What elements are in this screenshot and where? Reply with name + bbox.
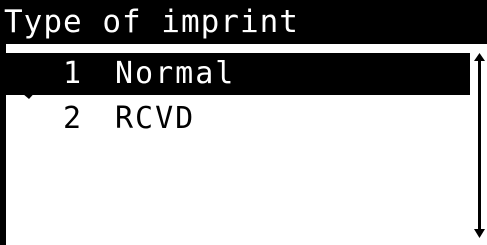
screen-title: Type of imprint: [4, 4, 299, 40]
menu-item-number: 2: [63, 101, 82, 136]
imprint-type-screen: Type of imprint 1 Normal 2 RCVD: [0, 0, 487, 245]
title-bar: Type of imprint: [0, 0, 487, 44]
scrollbar[interactable]: [472, 53, 487, 245]
menu-item-label: RCVD: [115, 101, 196, 136]
checkmark-icon: [10, 60, 60, 99]
menu-item-normal[interactable]: 1 Normal: [0, 53, 470, 95]
menu-item-rcvd[interactable]: 2 RCVD: [0, 98, 470, 140]
menu-item-number: 1: [63, 56, 82, 91]
menu-item-label: Normal: [115, 56, 236, 91]
scrollbar-track[interactable]: [478, 67, 481, 225]
scroll-up-arrow-icon[interactable]: [474, 53, 485, 67]
scroll-down-arrow-icon[interactable]: [474, 223, 485, 238]
